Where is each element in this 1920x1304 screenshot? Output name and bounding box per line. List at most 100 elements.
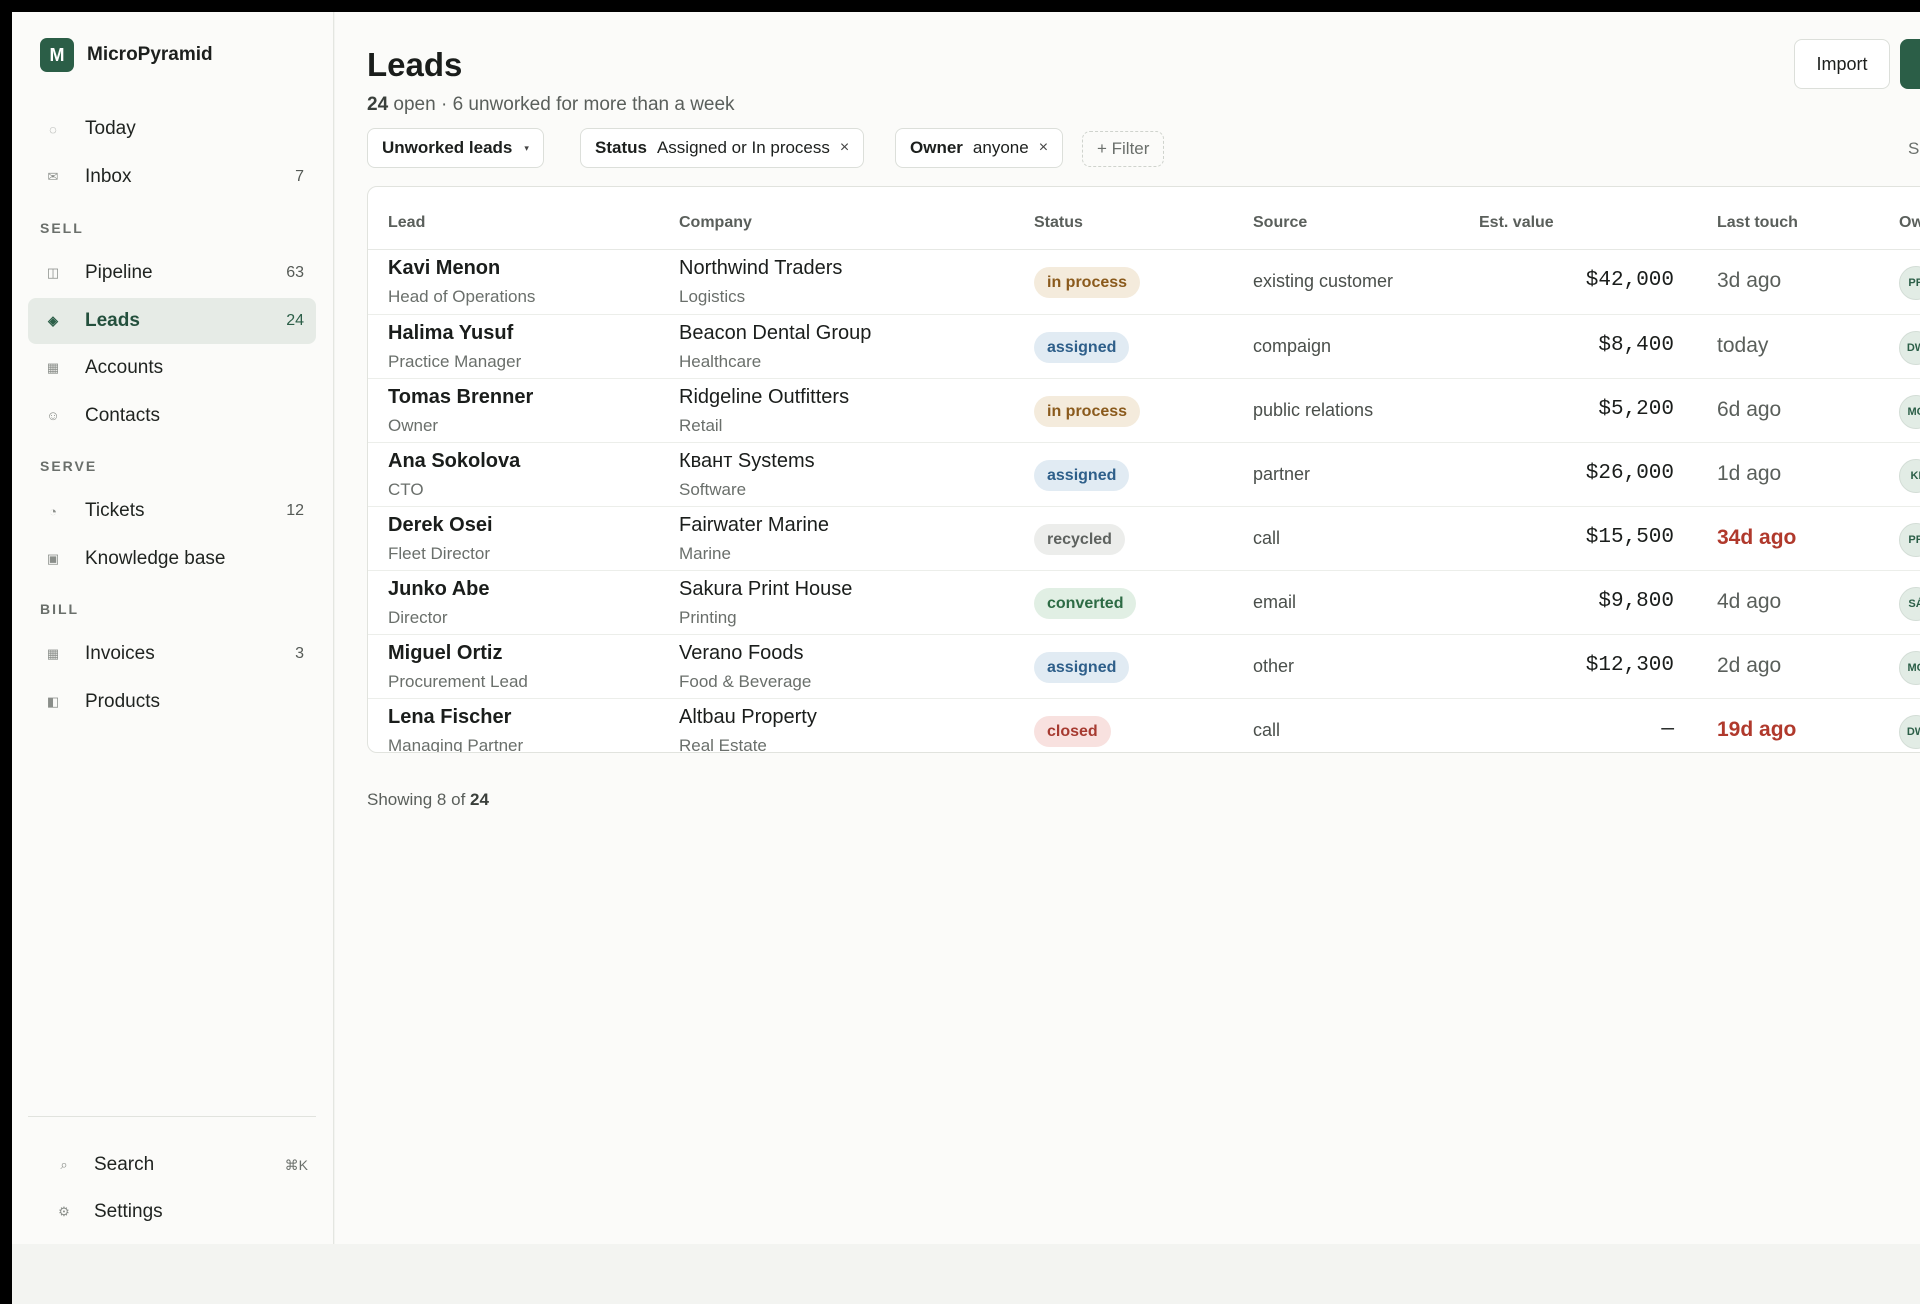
lead-name[interactable]: Derek Osei — [388, 514, 493, 537]
table-row[interactable]: Miguel Ortiz Procurement Lead Verano Foods… — [368, 634, 1920, 698]
section-label-bill: BILL — [40, 601, 80, 617]
owner-avatar[interactable]: SÁ — [1899, 587, 1920, 621]
column-header-est-value[interactable]: Est. value — [1479, 214, 1554, 232]
company-name[interactable]: Квант Systems — [679, 450, 815, 473]
sidebar-item-today[interactable]: ◌ Today — [28, 106, 316, 152]
owner-avatar[interactable]: DW — [1899, 715, 1920, 749]
import-button[interactable]: Import — [1794, 39, 1890, 89]
table-row[interactable]: Derek Osei Fleet Director Fairwater Marine… — [368, 506, 1920, 570]
lead-title: Practice Manager — [388, 352, 522, 371]
section-label-sell: SELL — [40, 220, 84, 236]
sidebar-item-contacts[interactable]: ☺ Contacts — [28, 393, 316, 439]
lead-title: Director — [388, 608, 448, 627]
remove-status-filter-icon[interactable]: × — [840, 139, 849, 157]
lead-name[interactable]: Junko Abe — [388, 578, 490, 601]
saved-view-dropdown[interactable]: Unworked leads ▾ — [367, 128, 544, 168]
table-row[interactable]: Kavi Menon Head of Operations Northwind Tr… — [368, 250, 1920, 314]
sidebar-item-count: 7 — [295, 168, 304, 185]
lead-name[interactable]: Ana Sokolova — [388, 450, 520, 473]
sidebar-item-pipeline[interactable]: ◫ Pipeline 63 — [28, 250, 316, 296]
estimated-value: $15,500 — [1585, 526, 1674, 549]
pagination-summary: Showing 8 of 24 — [367, 790, 489, 810]
lead-name[interactable]: Halima Yusuf — [388, 322, 513, 345]
company-industry: Software — [679, 480, 747, 499]
sidebar-item-count: 3 — [295, 645, 304, 662]
new-lead-button[interactable]: N — [1900, 39, 1920, 89]
sidebar-item-products[interactable]: ◧ Products — [28, 679, 316, 725]
invoices-icon: ▦ — [46, 646, 60, 661]
column-header-last-touch[interactable]: Last touch — [1717, 214, 1798, 232]
table-row[interactable]: Junko Abe Director Sakura Print House Print… — [368, 570, 1920, 634]
settings-icon: ⚙ — [58, 1204, 70, 1219]
company-name[interactable]: Ridgeline Outfitters — [679, 386, 849, 409]
table-row[interactable]: Halima Yusuf Practice Manager Beacon Denta… — [368, 314, 1920, 378]
last-touch: 34d ago — [1717, 526, 1797, 549]
sidebar-item-tickets[interactable]: ◔ Tickets 12 — [28, 488, 316, 534]
lead-source: public relations — [1253, 400, 1374, 420]
table-row[interactable]: Ana Sokolova CTO Квант Systems Software assi… — [368, 442, 1920, 506]
owner-filter-key: Owner — [910, 138, 963, 157]
lead-name[interactable]: Lena Fischer — [388, 706, 511, 729]
sidebar-item-label: Inbox — [85, 166, 132, 187]
last-touch: 19d ago — [1717, 718, 1797, 741]
lead-source: existing customer — [1253, 271, 1394, 291]
last-touch: 4d ago — [1717, 590, 1782, 613]
lead-name[interactable]: Tomas Brenner — [388, 386, 533, 409]
lead-source: compaign — [1253, 336, 1332, 356]
company-name[interactable]: Northwind Traders — [679, 257, 842, 280]
sidebar-item-label: Leads — [85, 309, 140, 331]
company-industry: Printing — [679, 608, 737, 627]
sidebar-item-label: Products — [85, 690, 160, 712]
column-header-status[interactable]: Status — [1034, 214, 1083, 232]
lead-source: partner — [1253, 464, 1311, 484]
status-filter-chip[interactable]: Status Assigned or In process × — [580, 128, 865, 168]
sidebar-item-label: Accounts — [85, 357, 164, 378]
sort-control[interactable]: Sor — [1908, 139, 1920, 159]
brand[interactable]: M MicroPyramid — [40, 38, 213, 72]
owner-filter-chip[interactable]: Owner anyone × — [895, 128, 1064, 168]
company-industry: Marine — [679, 544, 731, 563]
knowledge-base-icon: ▣ — [46, 550, 60, 566]
status-badge: assigned — [1034, 332, 1130, 363]
owner-avatar[interactable]: MC — [1899, 395, 1920, 429]
estimated-value: $42,000 — [1585, 269, 1674, 292]
estimated-value: $5,200 — [1598, 398, 1674, 421]
column-header-company[interactable]: Company — [679, 214, 752, 232]
sidebar-item-label: Search — [94, 1154, 155, 1175]
sidebar-item-invoices[interactable]: ▦ Invoices 3 — [28, 631, 316, 677]
company-name[interactable]: Beacon Dental Group — [679, 322, 871, 345]
add-filter-button[interactable]: + Filter — [1082, 131, 1165, 167]
sidebar-item-accounts[interactable]: ▦ Accounts — [28, 345, 316, 391]
sidebar-item-inbox[interactable]: ✉ Inbox 7 — [28, 154, 316, 200]
sidebar-item-search[interactable]: ⌕ Search ⌘K — [40, 1143, 312, 1187]
leads-table: Lead Company Status Source Est. value Last to… — [367, 186, 1920, 753]
company-name[interactable]: Verano Foods — [679, 642, 804, 665]
status-badge: recycled — [1034, 524, 1125, 555]
owner-avatar[interactable]: PR — [1899, 266, 1920, 300]
status-badge: assigned — [1034, 460, 1130, 491]
column-header-ow[interactable]: Ow — [1899, 214, 1920, 232]
lead-title: Head of Operations — [388, 287, 536, 306]
owner-avatar[interactable]: DW — [1899, 331, 1920, 365]
sidebar-item-label: Settings — [94, 1201, 163, 1222]
last-touch: 3d ago — [1717, 269, 1782, 292]
owner-avatar[interactable]: PR — [1899, 523, 1920, 557]
owner-avatar[interactable]: MC — [1899, 651, 1920, 685]
company-name[interactable]: Sakura Print House — [679, 578, 852, 601]
sidebar-item-settings[interactable]: ⚙ Settings — [40, 1190, 312, 1234]
lead-name[interactable]: Kavi Menon — [388, 257, 500, 280]
column-header-source[interactable]: Source — [1253, 214, 1307, 232]
table-row[interactable]: Lena Fischer Managing Partner Altbau Prope… — [368, 698, 1920, 752]
company-name[interactable]: Altbau Property — [679, 706, 817, 729]
sidebar-item-knowledge-base[interactable]: ▣ Knowledge base — [28, 536, 316, 582]
column-header-lead[interactable]: Lead — [388, 214, 425, 232]
showing-text: Showing 8 of — [367, 790, 466, 809]
lead-name[interactable]: Miguel Ortiz — [388, 642, 502, 665]
search-icon: ⌕ — [60, 1157, 68, 1172]
remove-owner-filter-icon[interactable]: × — [1039, 139, 1048, 157]
sidebar-item-count: 12 — [286, 502, 304, 519]
company-name[interactable]: Fairwater Marine — [679, 514, 829, 537]
owner-avatar[interactable]: KI — [1899, 459, 1920, 493]
sidebar-item-leads[interactable]: ◈ Leads 24 — [28, 297, 316, 344]
table-row[interactable]: Tomas Brenner Owner Ridgeline Outfitters Re… — [368, 378, 1920, 442]
